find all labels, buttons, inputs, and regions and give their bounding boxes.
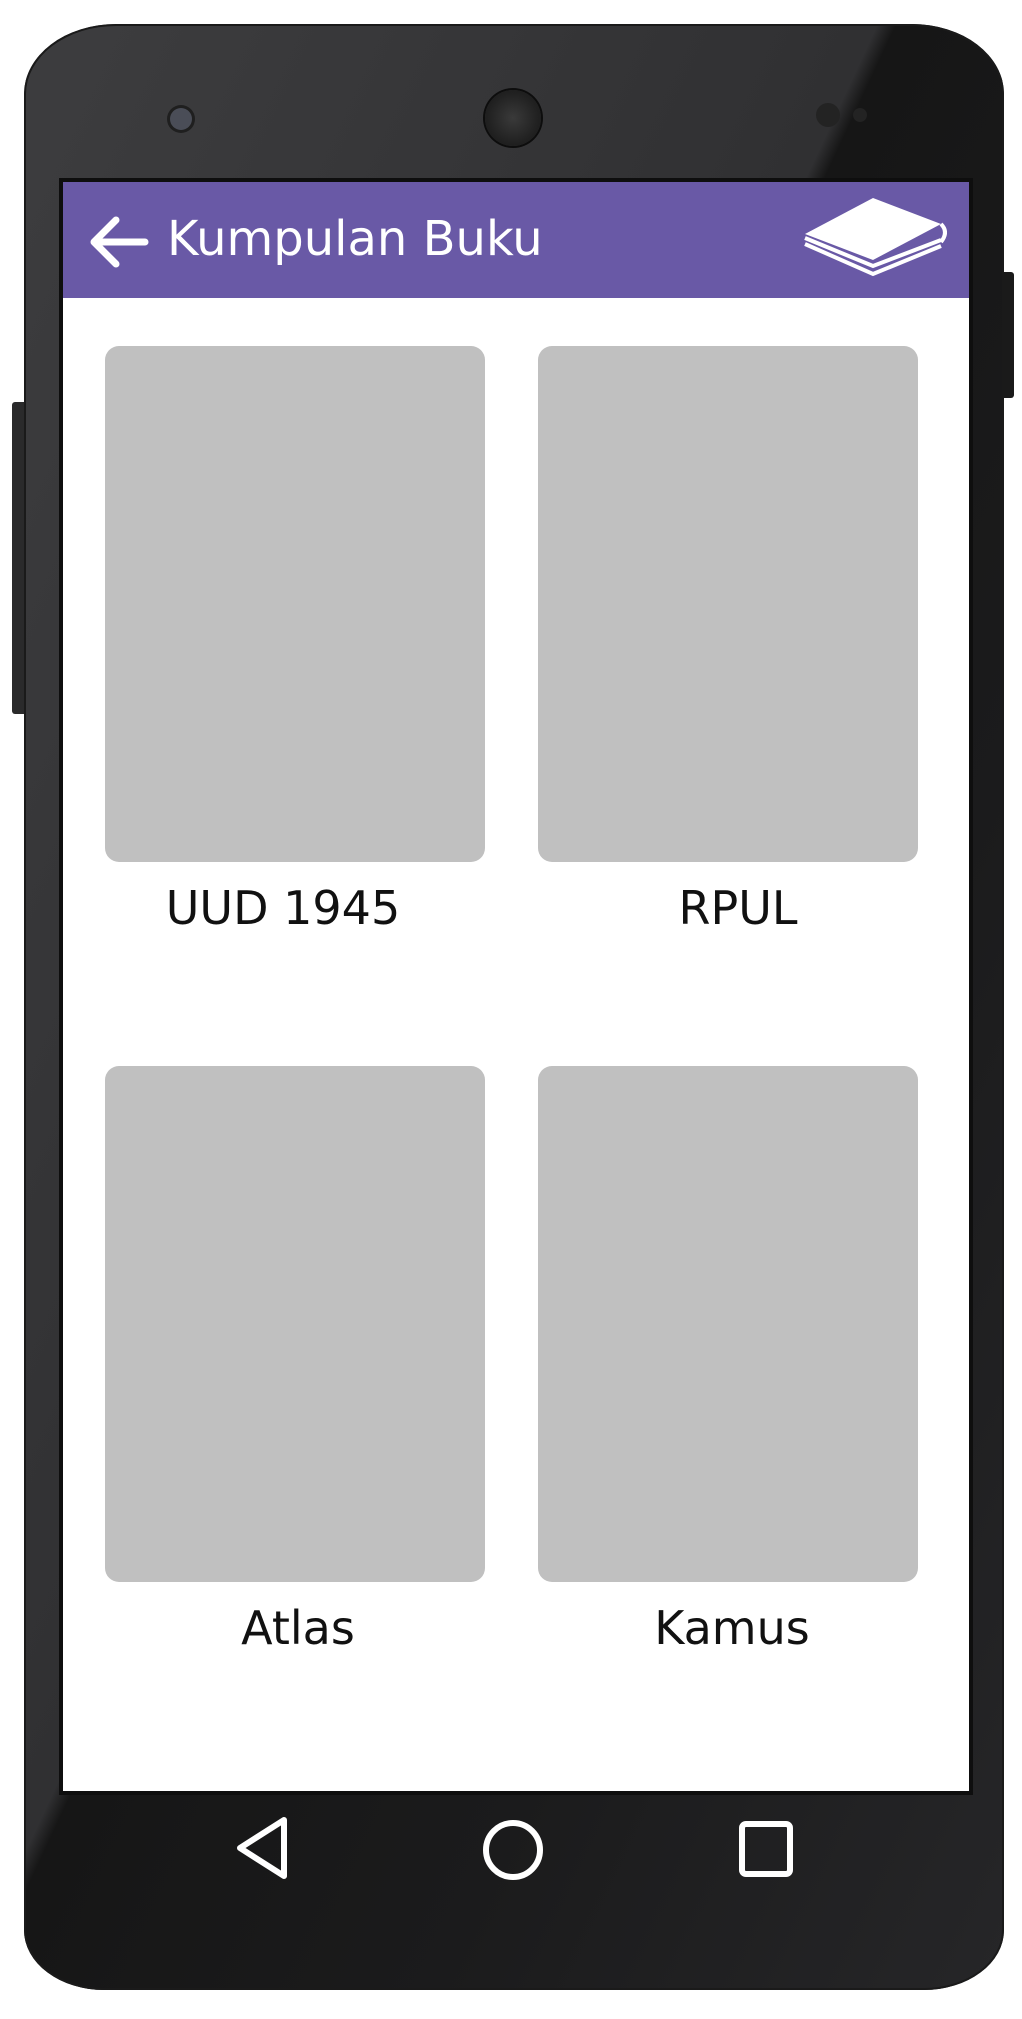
book-cover[interactable]: [538, 346, 918, 862]
book-cover[interactable]: [105, 346, 485, 862]
stage: Kumpulan Buku UUD 1945 RPUL Atlas Kamus: [0, 0, 1022, 2019]
app-bar: Kumpulan Buku: [63, 182, 969, 298]
book-card-rpul[interactable]: RPUL: [538, 346, 918, 938]
phone-screen: Kumpulan Buku UUD 1945 RPUL Atlas Kamus: [59, 178, 973, 1795]
circle-home-icon[interactable]: [481, 1818, 545, 1882]
back-button[interactable]: [89, 216, 149, 268]
proximity-sensor-icon: [170, 108, 192, 130]
square-recents-icon[interactable]: [738, 1820, 794, 1878]
led-indicator-icon: [853, 108, 867, 122]
book-card-uud-1945[interactable]: UUD 1945: [105, 346, 485, 938]
book-label: Kamus: [654, 1601, 810, 1655]
triangle-back-icon[interactable]: [232, 1814, 292, 1882]
light-sensor-icon: [816, 103, 840, 127]
book-label: Atlas: [241, 1601, 355, 1655]
book-cover[interactable]: [538, 1066, 918, 1582]
book-label: RPUL: [678, 881, 798, 935]
arrow-left-icon: [90, 216, 149, 268]
power-button: [1004, 272, 1014, 398]
book-label: UUD 1945: [165, 881, 401, 935]
book-card-kamus[interactable]: Kamus: [538, 1066, 918, 1658]
page-title: Kumpulan Buku: [167, 211, 543, 267]
book-cover[interactable]: [105, 1066, 485, 1582]
book-card-atlas[interactable]: Atlas: [105, 1066, 485, 1658]
book-icon: [804, 198, 947, 277]
front-camera-icon: [485, 90, 541, 146]
